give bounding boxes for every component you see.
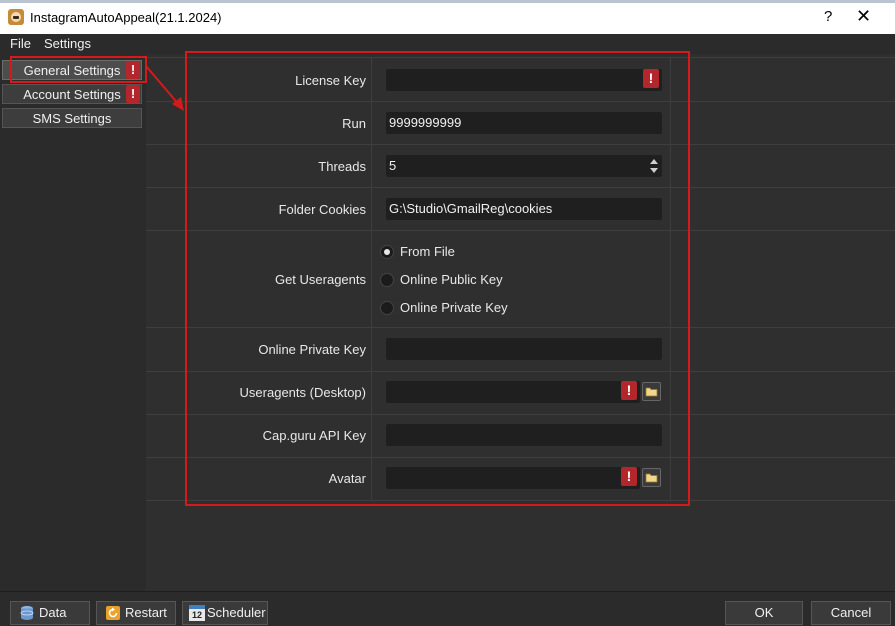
warning-icon: ! <box>126 85 140 103</box>
sidebar-item-label: Account Settings <box>23 87 121 102</box>
ok-button-label: OK <box>754 605 774 620</box>
sidebar: General Settings ! Account Settings ! SM… <box>0 54 147 591</box>
data-button[interactable]: Data <box>10 601 90 625</box>
cancel-button[interactable]: Cancel <box>811 601 891 625</box>
highlight-box-general-settings <box>10 56 147 83</box>
annotation-arrow <box>145 65 184 111</box>
close-icon[interactable]: ✕ <box>856 6 871 27</box>
bottom-bar: Data Restart 12 Scheduler OK Cancel <box>0 591 895 626</box>
sidebar-item-account-settings[interactable]: Account Settings <box>2 84 142 104</box>
highlight-box-settings <box>185 51 690 506</box>
help-icon[interactable]: ? <box>824 8 832 25</box>
menu-file[interactable]: File <box>10 36 31 51</box>
calendar-icon: 12 <box>189 605 205 621</box>
ok-button[interactable]: OK <box>725 601 803 625</box>
scheduler-button[interactable]: 12 Scheduler <box>182 601 268 625</box>
restart-button[interactable]: Restart <box>96 601 176 625</box>
menu-settings[interactable]: Settings <box>44 36 91 51</box>
sidebar-item-sms-settings[interactable]: SMS Settings <box>2 108 142 128</box>
restart-button-label: Restart <box>125 605 167 620</box>
window-title: InstagramAutoAppeal(21.1.2024) <box>30 10 222 25</box>
scheduler-button-label: Scheduler <box>207 605 266 620</box>
title-bar-strip <box>0 0 895 3</box>
data-button-label: Data <box>39 605 67 620</box>
database-icon <box>20 606 34 620</box>
title-bar: InstagramAutoAppeal(21.1.2024) ? ✕ <box>0 0 895 34</box>
app-icon <box>8 9 24 25</box>
restart-icon <box>106 606 120 620</box>
sidebar-item-label: SMS Settings <box>32 111 112 126</box>
cancel-button-label: Cancel <box>830 605 872 620</box>
